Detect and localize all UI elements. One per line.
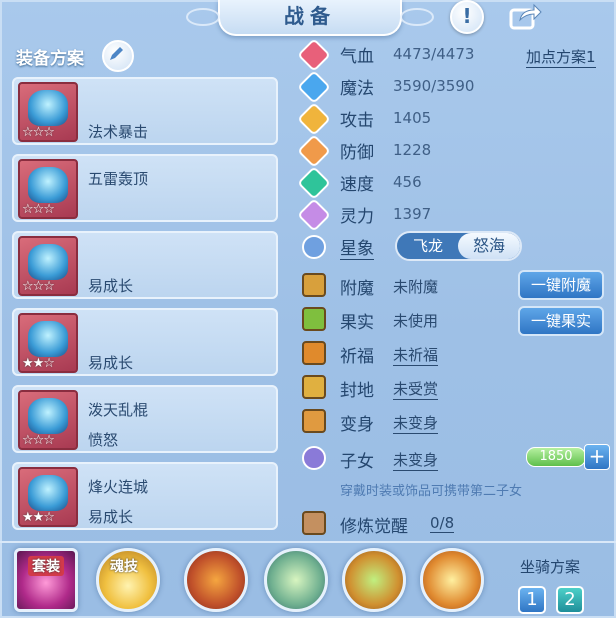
skill-slot-3[interactable] <box>342 548 406 612</box>
mount-plan-2-button[interactable]: 2 <box>556 586 584 614</box>
title-bar: 战备 <box>186 0 434 36</box>
add-points-button[interactable]: + <box>584 444 610 470</box>
stat-value-hp: 4473/4473 <box>393 45 475 63</box>
one-click-enchant-button[interactable]: 一键附魔 <box>518 270 604 300</box>
equipment-card[interactable]: ☆☆☆ 泼天乱棍 愤怒 <box>12 385 278 453</box>
fief-label: 封地 <box>340 381 374 401</box>
equipment-card[interactable]: ☆☆☆ 易成长 <box>12 231 278 299</box>
star-rating: ☆☆☆ <box>22 433 55 448</box>
attack-icon <box>297 102 331 136</box>
enchant-icon <box>302 273 326 297</box>
transform-value[interactable]: 未变身 <box>393 412 439 434</box>
hp-icon <box>297 38 331 72</box>
star-rating: ☆☆☆ <box>22 125 55 140</box>
equipment-gem-icon: ☆☆☆ <box>18 390 78 450</box>
blessing-value[interactable]: 未祈福 <box>393 344 439 366</box>
stat-value-mp: 3590/3590 <box>393 77 475 95</box>
stat-value-defense: 1228 <box>393 141 432 159</box>
stat-label-attack: 攻击 <box>340 111 374 131</box>
fruit-icon <box>302 307 326 331</box>
info-icon[interactable]: ! <box>450 0 484 34</box>
star-sign-toggle[interactable]: 飞龙 怒海 <box>395 231 522 261</box>
mp-icon <box>297 70 331 104</box>
practice-value[interactable]: 0/8 <box>430 514 455 533</box>
fief-value[interactable]: 未受赏 <box>393 378 439 400</box>
equipment-card[interactable]: ☆☆☆ 法术暴击 <box>12 77 278 145</box>
star-sign-label[interactable]: 星象 <box>340 234 374 260</box>
stat-label-speed: 速度 <box>340 175 374 195</box>
stat-value-speed: 456 <box>393 173 422 191</box>
spirit-icon <box>297 198 331 232</box>
equipment-gem-icon: ★★☆ <box>18 467 78 527</box>
star-rating: ☆☆☆ <box>22 279 55 294</box>
edit-pen-icon[interactable] <box>102 40 134 72</box>
stat-label-mp: 魔法 <box>340 79 374 99</box>
equipment-card[interactable]: ★★☆ 易成长 <box>12 308 278 376</box>
stat-value-spirit: 1397 <box>393 205 432 223</box>
title-ornament-left <box>186 8 220 26</box>
fruit-label: 果实 <box>340 313 374 333</box>
title-ornament-right <box>400 8 434 26</box>
star-rating: ☆☆☆ <box>22 202 55 217</box>
card-line2: 愤怒 <box>88 431 119 449</box>
mount-plan-title: 坐骑方案 <box>520 558 581 576</box>
equipment-gem-icon: ☆☆☆ <box>18 236 78 296</box>
practice-icon <box>302 511 326 535</box>
child-value[interactable]: 未变身 <box>393 449 439 471</box>
stat-label-defense: 防御 <box>340 143 374 163</box>
card-line2: 法术暴击 <box>88 123 149 141</box>
star-option-nuhai[interactable]: 怒海 <box>458 233 520 259</box>
fief-icon <box>302 375 326 399</box>
equipment-gem-icon: ★★☆ <box>18 313 78 373</box>
page-title: 战备 <box>284 4 336 28</box>
transform-icon <box>302 409 326 433</box>
practice-label: 修炼觉醒 <box>340 517 408 537</box>
soul-skill-tag: 魂技 <box>110 559 138 575</box>
blessing-icon <box>302 341 326 365</box>
card-line2: 易成长 <box>88 354 134 372</box>
stat-label-spirit: 灵力 <box>340 207 374 227</box>
skill-slot-1[interactable] <box>184 548 248 612</box>
defense-icon <box>297 134 331 168</box>
equipment-card[interactable]: ★★☆ 烽火连城 易成长 <box>12 462 278 530</box>
mount-plan-1-button[interactable]: 1 <box>518 586 546 614</box>
star-rating: ★★☆ <box>22 356 55 371</box>
skill-slot-4[interactable] <box>420 548 484 612</box>
card-line2: 易成长 <box>88 508 134 526</box>
fruit-value: 未使用 <box>393 312 439 330</box>
star-option-feilong[interactable]: 飞龙 <box>397 233 459 259</box>
star-sign-icon <box>297 230 331 264</box>
star-rating: ★★☆ <box>22 510 55 525</box>
enchant-label: 附魔 <box>340 279 374 299</box>
card-line1: 泼天乱棍 <box>88 401 149 419</box>
set-tag: 套装 <box>28 556 64 576</box>
card-line1: 五雷轰顶 <box>88 170 149 188</box>
equipment-plan-title: 装备方案 <box>16 49 84 69</box>
transform-label: 变身 <box>340 415 374 435</box>
child-label: 子女 <box>340 452 374 472</box>
bottom-divider <box>0 541 616 543</box>
child-points-bar: 1850 <box>526 447 586 467</box>
stat-label-hp: 气血 <box>340 47 374 67</box>
enchant-value: 未附魔 <box>393 278 439 296</box>
child-icon <box>302 446 326 470</box>
share-icon[interactable] <box>508 2 542 30</box>
add-point-plan-link[interactable]: 加点方案1 <box>526 46 596 68</box>
equipment-gem-icon: ☆☆☆ <box>18 82 78 142</box>
card-line2: 易成长 <box>88 277 134 295</box>
one-click-fruit-button[interactable]: 一键果实 <box>518 306 604 336</box>
equipment-card[interactable]: ☆☆☆ 五雷轰顶 <box>12 154 278 222</box>
child-hint-text: 穿戴时装或饰品可携带第二子女 <box>340 484 523 499</box>
equipment-gem-icon: ☆☆☆ <box>18 159 78 219</box>
skill-slot-2[interactable] <box>264 548 328 612</box>
card-line1: 烽火连城 <box>88 478 149 496</box>
speed-icon <box>297 166 331 200</box>
stat-value-attack: 1405 <box>393 109 432 127</box>
blessing-label: 祈福 <box>340 347 374 367</box>
